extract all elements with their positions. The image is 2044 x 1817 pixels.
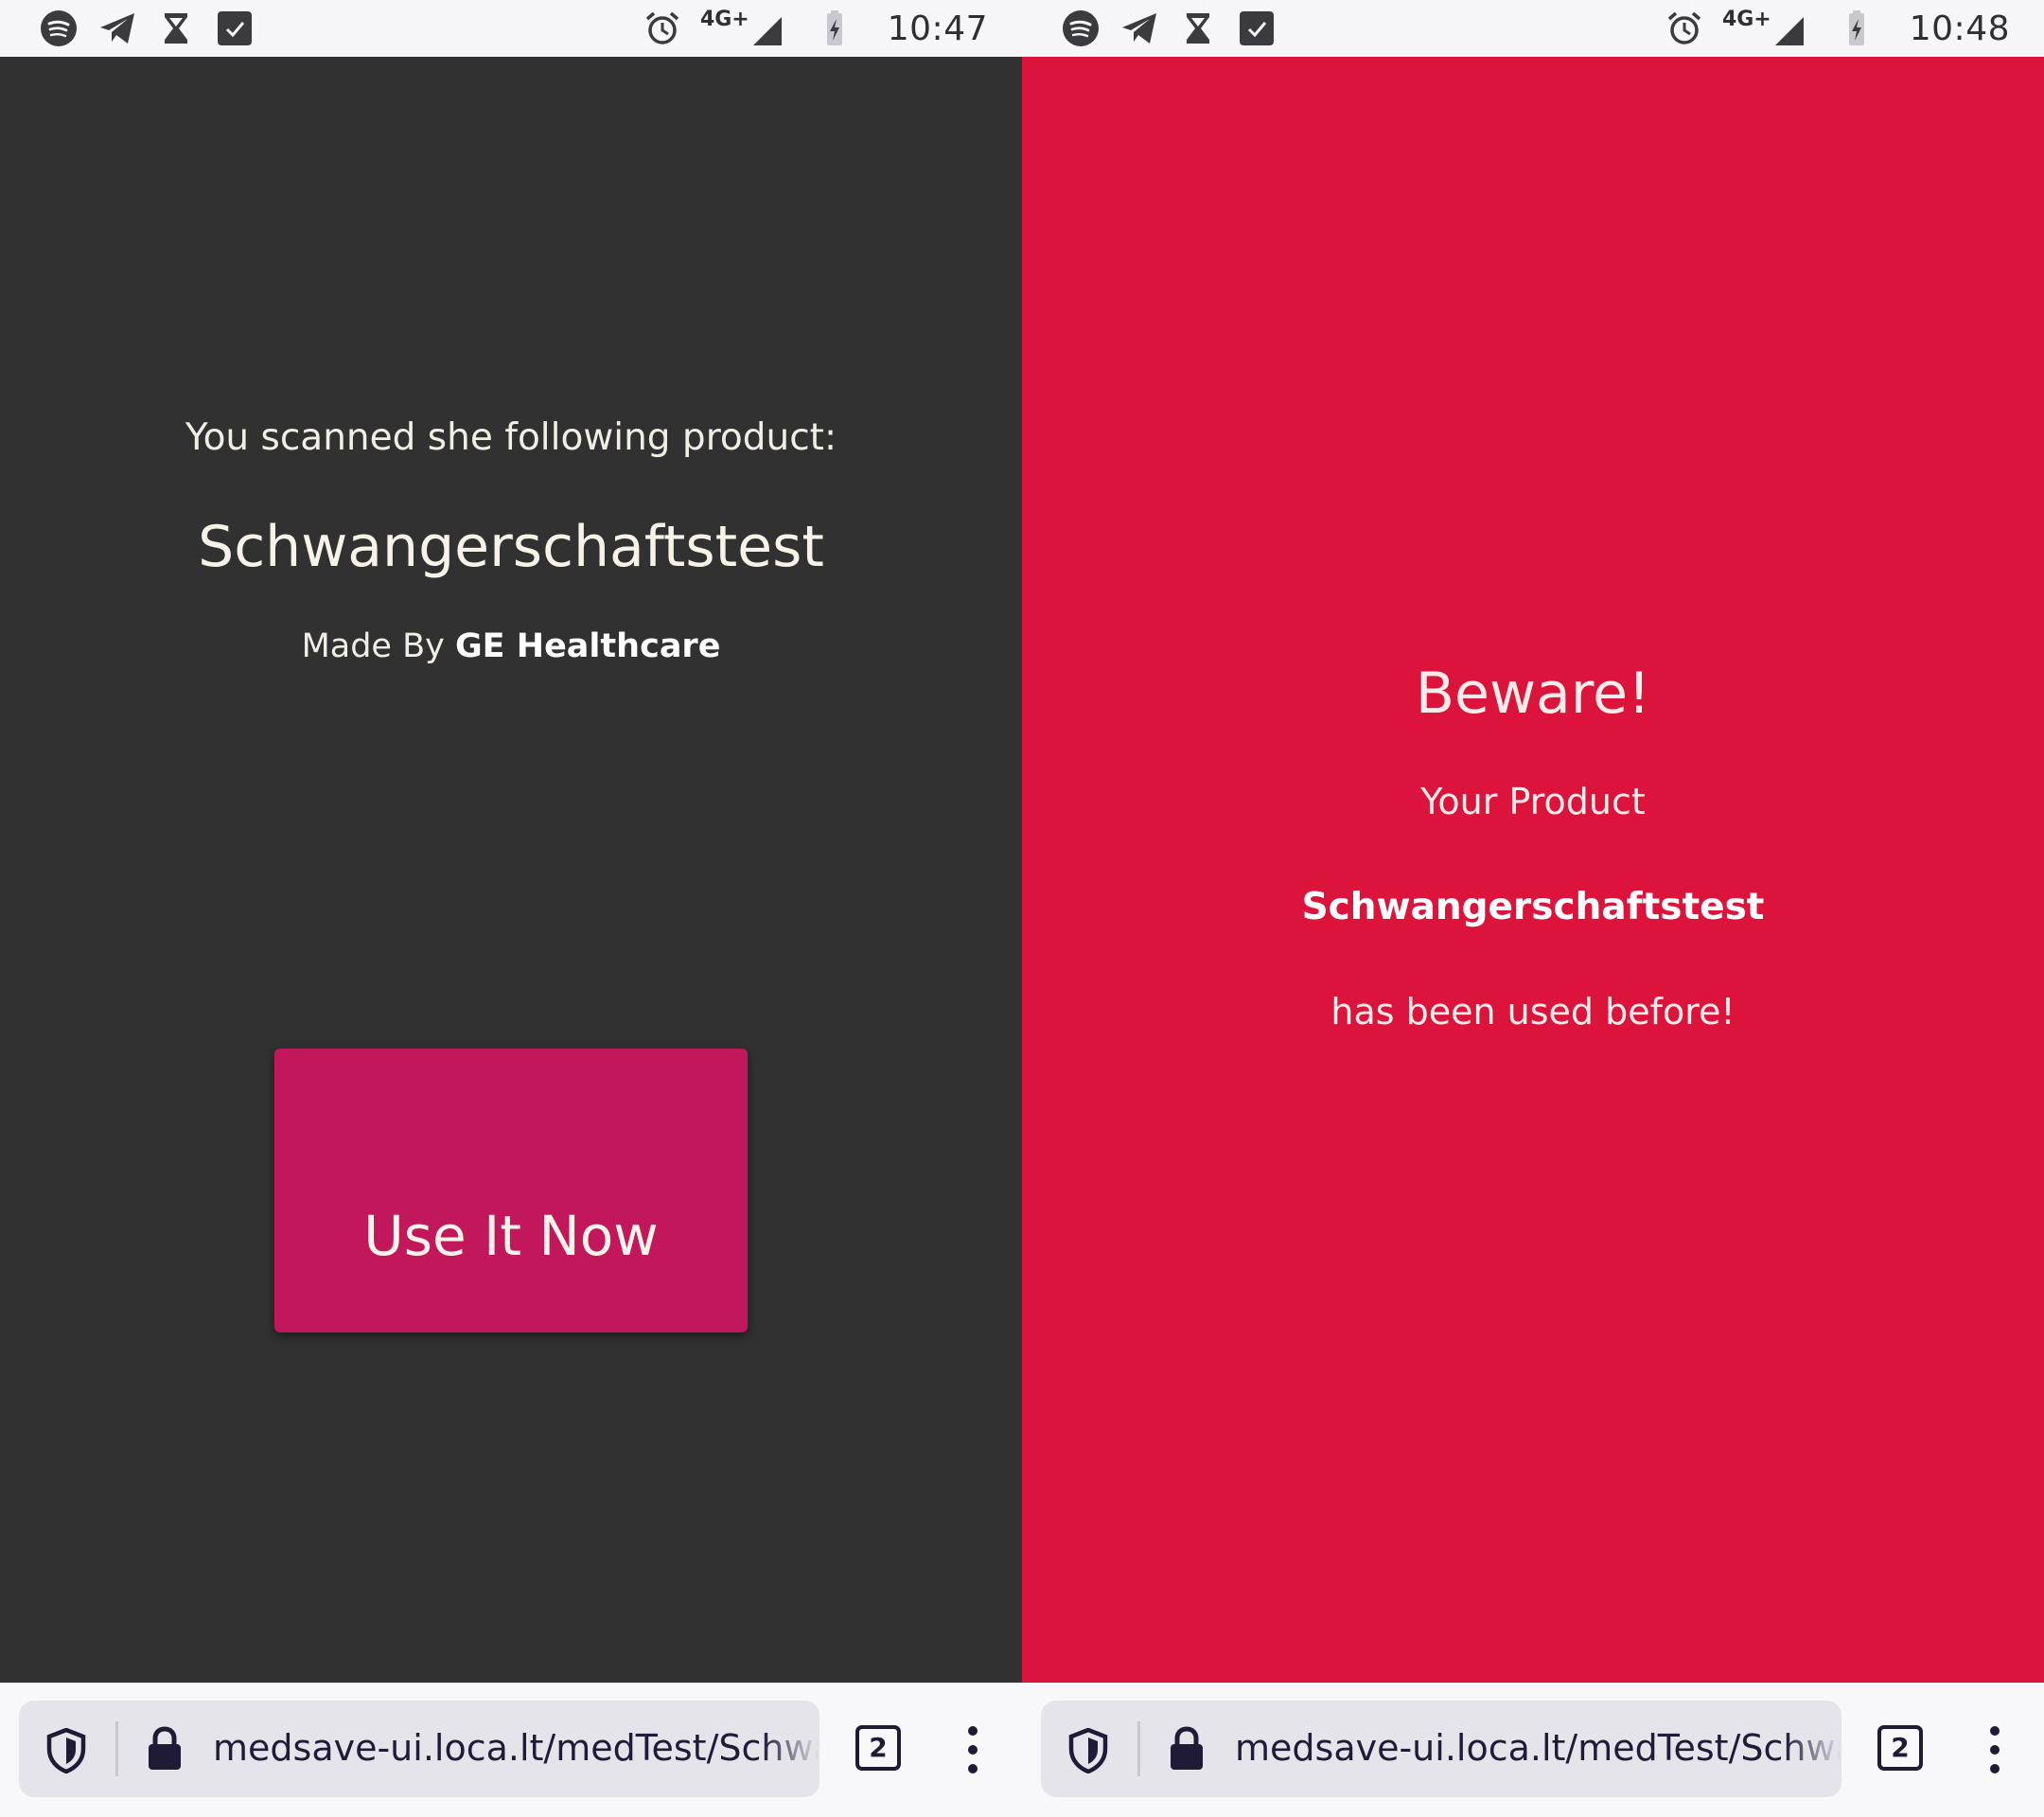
shield-icon[interactable]	[45, 1728, 87, 1773]
manufacturer-name: GE Healthcare	[454, 627, 721, 665]
used-before-text: has been used before!	[1330, 991, 1736, 1032]
lock-icon[interactable]	[147, 1726, 183, 1772]
status-bar: 4G+ 10:48	[1022, 0, 2044, 57]
use-it-now-label: Use It Now	[363, 1204, 659, 1268]
url-text[interactable]: medsave-ui.loca.lt/medTest/Schwangerscha…	[213, 1727, 819, 1774]
made-by-label: Made By	[301, 627, 445, 665]
url-fade	[1785, 1701, 1841, 1797]
clock: 10:48	[1909, 9, 2010, 48]
tab-switcher-button[interactable]: 2	[855, 1725, 901, 1771]
product-title: Schwangerschaftstest	[198, 514, 824, 580]
signal-icon	[1774, 17, 1804, 45]
notification-icons	[1062, 9, 1276, 47]
hourglass-icon	[1187, 13, 1209, 44]
alarm-icon	[1667, 11, 1701, 44]
spotify-icon	[41, 10, 77, 46]
address-bar[interactable]: medsave-ui.loca.lt/medTest/Schwangerscha…	[1041, 1701, 1841, 1797]
manufacturer-line: Made By GE Healthcare	[0, 627, 1022, 665]
hourglass-icon	[165, 13, 187, 44]
address-bar[interactable]: medsave-ui.loca.lt/medTest/Schwangerscha…	[19, 1701, 819, 1797]
tab-switcher-button[interactable]: 2	[1877, 1725, 1923, 1771]
your-product-text: Your Product	[1420, 781, 1646, 822]
product-info-page: You scanned she following product: Schwa…	[0, 57, 1022, 1683]
shield-icon[interactable]	[1067, 1728, 1109, 1773]
status-bar: 4G+ 10:47	[0, 0, 1022, 57]
system-status: 4G+ 10:47	[643, 8, 988, 49]
browser-bottom-bar: medsave-ui.loca.lt/medTest/Schwangerscha…	[1022, 1683, 2044, 1817]
screenshot-pair: 4G+ 10:47 You scanned she following prod…	[0, 0, 2044, 1817]
url-text[interactable]: medsave-ui.loca.lt/medTest/Schwangerscha…	[1235, 1727, 1841, 1774]
address-divider	[115, 1721, 118, 1776]
checkbox-icon	[1240, 11, 1274, 45]
lock-icon[interactable]	[1169, 1726, 1205, 1772]
alarm-icon	[645, 11, 679, 44]
network-type: 4G+	[699, 7, 749, 31]
url-fade	[763, 1701, 819, 1797]
address-divider	[1137, 1721, 1140, 1776]
telegram-icon	[1122, 13, 1156, 44]
scan-intro-text: You scanned she following product:	[185, 416, 837, 459]
warning-page: Beware! Your Product Schwangerschaftstes…	[1022, 57, 2044, 1683]
network-type: 4G+	[1721, 7, 1771, 31]
warning-title: Beware!	[1415, 661, 1651, 727]
notification-icons	[40, 9, 254, 47]
battery-charging-icon	[826, 10, 842, 45]
battery-charging-icon	[1848, 10, 1864, 45]
browser-bottom-bar: medsave-ui.loca.lt/medTest/Schwangerscha…	[0, 1683, 1022, 1817]
left-phone-screen: 4G+ 10:47 You scanned she following prod…	[0, 0, 1022, 1817]
use-it-now-button[interactable]: Use It Now	[274, 1049, 748, 1332]
checkbox-icon	[218, 11, 252, 45]
spotify-icon	[1063, 10, 1099, 46]
telegram-icon	[100, 13, 134, 44]
right-phone-screen: 4G+ 10:48 Beware! Your Product Schwanger…	[1022, 0, 2044, 1817]
product-name: Schwangerschaftstest	[1301, 886, 1765, 928]
system-status: 4G+ 10:48	[1665, 8, 2010, 49]
overflow-menu-icon[interactable]	[1987, 1725, 2002, 1774]
clock: 10:47	[887, 9, 988, 48]
overflow-menu-icon[interactable]	[965, 1725, 980, 1774]
signal-icon	[752, 17, 782, 45]
